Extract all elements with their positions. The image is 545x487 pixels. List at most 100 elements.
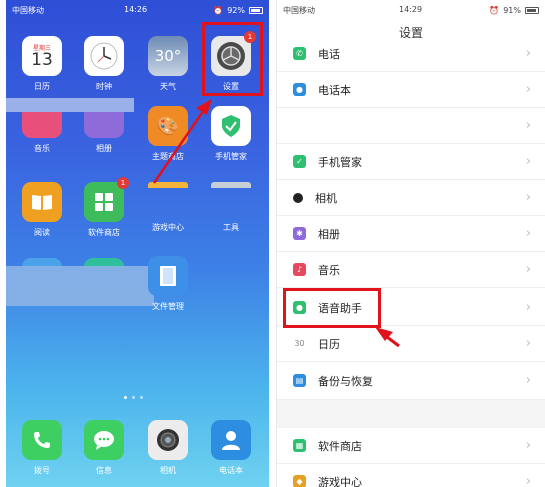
app-label: 游戏中心 (152, 223, 184, 232)
battery-icon (525, 6, 539, 14)
app-phone-manager[interactable]: 手机管家 (203, 106, 259, 162)
chevron-right-icon: › (525, 190, 531, 205)
app-label: 信息 (96, 466, 112, 475)
status-time: 14:26 (124, 5, 148, 14)
app-label: 工具 (223, 223, 239, 232)
carrier-name: 中国移动 (283, 5, 315, 15)
alarm-icon: ⏰ (489, 5, 500, 15)
carrier-name: 中国移动 (12, 5, 44, 15)
book-icon (22, 182, 62, 222)
battery-icon (249, 6, 263, 14)
status-time: 14:29 (399, 5, 423, 14)
notification-badge: 1 (117, 177, 129, 189)
chevron-right-icon: › (525, 336, 531, 351)
settings-row-game-center[interactable]: ◆ 游戏中心 › (277, 464, 545, 487)
app-label: 主题商店 (152, 152, 184, 161)
app-dialer[interactable]: 拨号 (14, 420, 70, 476)
row-label: 备份与恢复 (318, 374, 373, 388)
app-clock[interactable]: 时钟 (76, 36, 132, 92)
game-icon (148, 182, 188, 188)
settings-row-camera[interactable]: 相机 › (277, 180, 545, 216)
palette-icon: 🎨 (148, 106, 188, 146)
chevron-right-icon: › (525, 262, 531, 277)
settings-row-blank[interactable]: › (277, 108, 545, 144)
gallery-icon (84, 112, 124, 138)
calendar-icon: 星期三 13 (22, 36, 62, 76)
app-software-store[interactable]: 1 软件商店 (76, 177, 132, 238)
shield-icon (211, 106, 251, 146)
folder-icon (148, 256, 188, 296)
app-calendar[interactable]: 星期三 13 日历 (14, 36, 70, 92)
battery-percent: 91% (503, 5, 521, 15)
app-weather[interactable]: 30° 天气 (140, 36, 196, 92)
chevron-right-icon: › (525, 474, 531, 487)
weather-icon: 30° (148, 36, 188, 76)
app-theme-store[interactable]: 🎨 主题商店 (140, 106, 196, 162)
settings-row-gallery[interactable]: ✱ 相册 › (277, 216, 545, 252)
app-label: 文件管理 (152, 302, 184, 311)
chevron-right-icon: › (525, 438, 531, 453)
app-contacts[interactable]: 电话本 (203, 420, 259, 476)
app-label: 拨号 (34, 466, 50, 475)
page-indicator (124, 396, 143, 399)
game-icon: ◆ (293, 475, 306, 487)
app-game-center[interactable]: 游戏中心 (140, 182, 196, 233)
app-label: 天气 (160, 82, 176, 91)
settings-row-music[interactable]: ♪ 音乐 › (277, 252, 545, 288)
status-bar: 中国移动 14:29 ⏰ 91% (277, 0, 545, 20)
chevron-right-icon: › (525, 300, 531, 315)
music-icon (22, 112, 62, 138)
app-messages[interactable]: 信息 (76, 420, 132, 476)
app-label: 阅读 (34, 228, 50, 237)
status-bar: 中国移动 14:26 ⏰ 92% (6, 0, 269, 20)
alarm-icon: ⏰ (213, 5, 224, 15)
tools-icon (211, 182, 251, 188)
highlight-settings-box (202, 22, 263, 96)
settings-row-contacts[interactable]: ● 电话本 › (277, 72, 545, 108)
blur-band (6, 98, 134, 112)
chevron-right-icon: › (525, 46, 531, 61)
section-gap (277, 400, 545, 428)
app-label: 手机管家 (215, 152, 247, 161)
phone-icon (22, 420, 62, 460)
app-label: 电话本 (219, 466, 243, 475)
settings-row-backup[interactable]: ▤ 备份与恢复 › (277, 362, 545, 400)
shield-icon: ✓ (293, 155, 306, 168)
chevron-right-icon: › (525, 373, 531, 388)
row-label: 电话本 (318, 83, 351, 97)
row-label: 音乐 (318, 263, 340, 277)
app-label: 音乐 (34, 144, 50, 153)
app-label: 相机 (160, 466, 176, 475)
grid-icon: 1 (84, 177, 129, 222)
chevron-right-icon: › (525, 82, 531, 97)
row-label: 相机 (315, 191, 337, 205)
camera-icon (293, 192, 303, 203)
settings-row-phone[interactable]: ✆ 电话 › (277, 36, 545, 72)
app-music[interactable]: 音乐 (14, 112, 70, 154)
app-tools[interactable]: 工具 (203, 182, 259, 233)
settings-row-calendar[interactable]: 30 日历 › (277, 326, 545, 362)
message-bubble-icon (84, 420, 124, 460)
chevron-right-icon: › (525, 226, 531, 241)
app-label: 软件商店 (88, 228, 120, 237)
row-label: 手机管家 (318, 155, 362, 169)
app-camera[interactable]: 相机 (140, 420, 196, 476)
person-icon (211, 420, 251, 460)
phone-icon: ✆ (293, 47, 306, 60)
row-label: 电话 (318, 47, 340, 61)
settings-row-phone-manager[interactable]: ✓ 手机管家 › (277, 144, 545, 180)
highlight-voice-assistant-box (283, 288, 381, 328)
app-gallery[interactable]: 相册 (76, 112, 132, 154)
app-file-manager[interactable]: 文件管理 (140, 256, 196, 312)
grid-icon: ▦ (293, 439, 306, 452)
clock-icon (84, 36, 124, 76)
app-label: 日历 (34, 82, 50, 91)
chevron-right-icon: › (525, 118, 531, 133)
battery-percent: 92% (227, 5, 245, 15)
backup-icon: ▤ (293, 374, 306, 387)
camera-icon (148, 420, 188, 460)
calendar-icon: 30 (294, 339, 305, 348)
settings-row-software-store[interactable]: ▦ 软件商店 › (277, 428, 545, 464)
app-reader[interactable]: 阅读 (14, 182, 70, 238)
blur-band (6, 266, 154, 306)
